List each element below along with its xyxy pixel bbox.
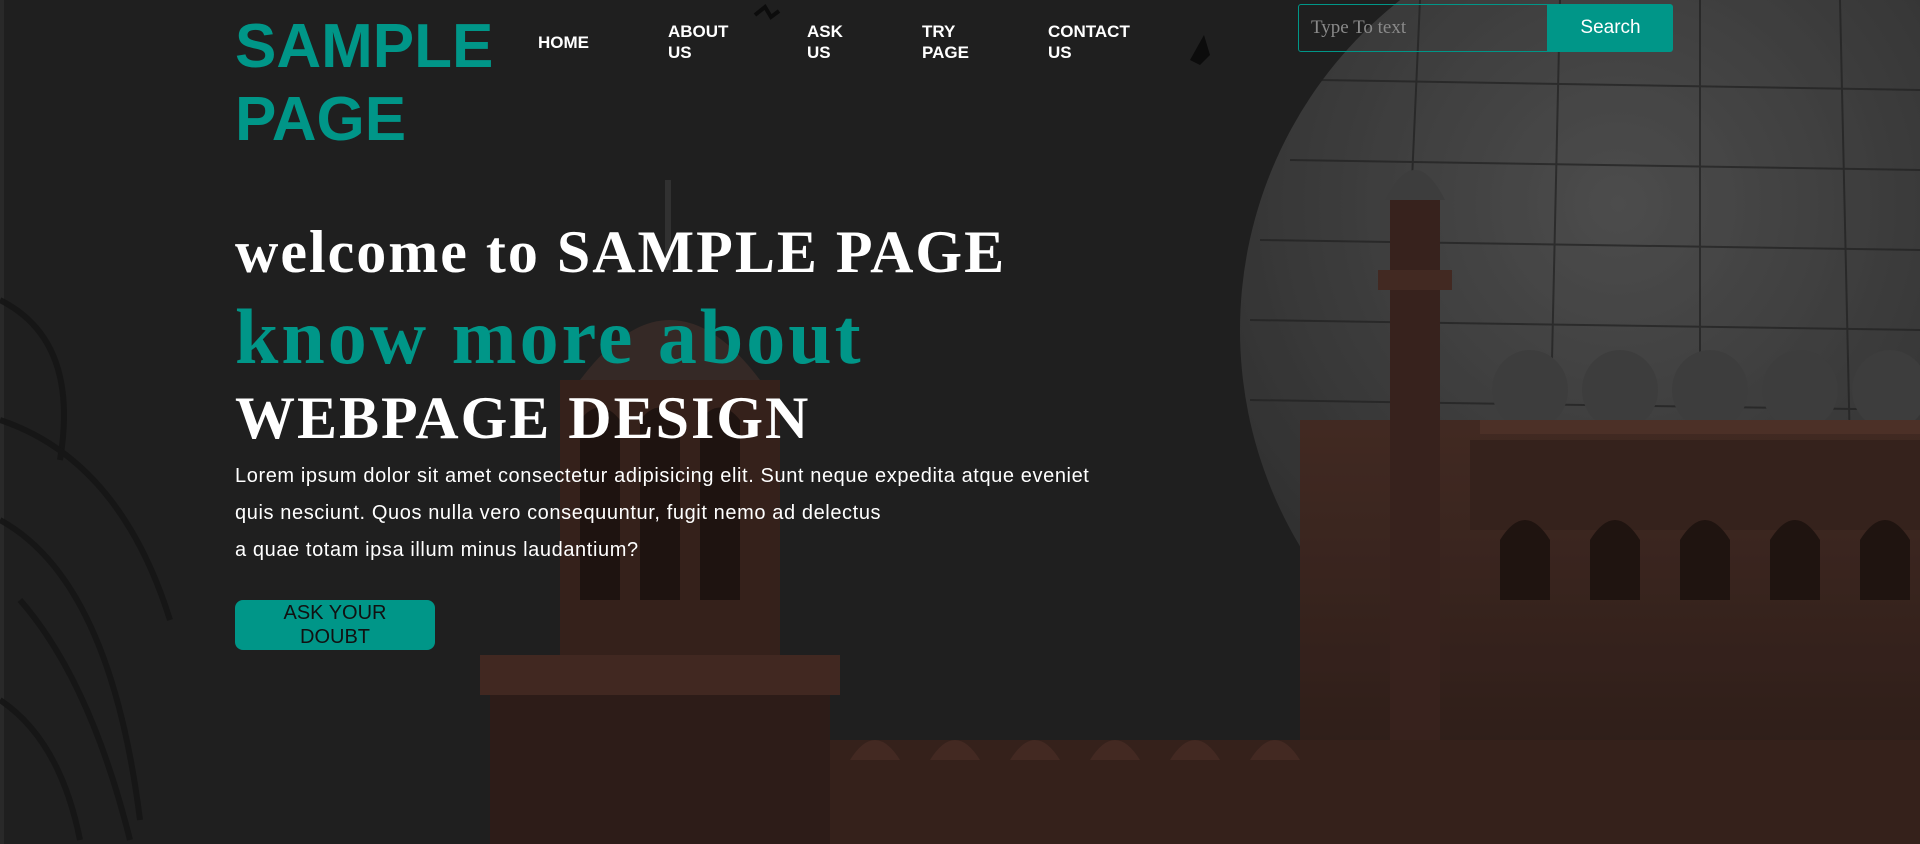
- ask-button-label-2: DOUBT: [300, 626, 370, 648]
- nav-try-label-1: TRY: [922, 22, 956, 41]
- hero-know-more-heading: know more about: [235, 293, 864, 380]
- nav-home-label: HOME: [538, 33, 589, 52]
- nav-contact-label-2: US: [1048, 43, 1072, 62]
- nav-contact-label-1: CONTACT: [1048, 22, 1130, 41]
- nav-ask-label-2: US: [807, 43, 831, 62]
- ask-button-label-1: ASK YOUR: [283, 602, 387, 624]
- hero-paragraph-line-2: quis nesciunt. Quos nulla vero consequun…: [235, 502, 882, 524]
- hero-welcome-heading: welcome to SAMPLE PAGE: [235, 219, 1007, 285]
- brand-line-1: SAMPLE: [235, 12, 494, 81]
- nav-about-us[interactable]: ABOUT US: [668, 21, 728, 63]
- nav-about-label-1: ABOUT: [668, 22, 729, 41]
- nav-home[interactable]: HOME: [538, 32, 589, 53]
- nav-try-page[interactable]: TRY PAGE: [922, 21, 969, 63]
- nav-contact-us[interactable]: CONTACT US: [1048, 21, 1130, 63]
- hero-design-heading: WEBPAGE DESIGN: [235, 385, 811, 451]
- brand-logo[interactable]: SAMPLE PAGE: [235, 10, 493, 156]
- hero-paragraph-line-3: a quae totam ipsa illum minus laudantium…: [235, 539, 639, 561]
- nav-try-label-2: PAGE: [922, 43, 969, 62]
- nav-ask-label-1: ASK: [807, 22, 843, 41]
- ask-your-doubt-button[interactable]: ASK YOUR DOUBT: [235, 600, 435, 650]
- brand-line-2: PAGE: [235, 85, 407, 154]
- hero-paragraph-line-1: Lorem ipsum dolor sit amet consectetur a…: [235, 465, 1090, 487]
- search-input[interactable]: [1298, 4, 1548, 52]
- hero-paragraph: Lorem ipsum dolor sit amet consectetur a…: [235, 458, 1215, 569]
- search-button[interactable]: Search: [1548, 4, 1673, 52]
- nav-ask-us[interactable]: ASK US: [807, 21, 843, 63]
- nav-about-label-2: US: [668, 43, 692, 62]
